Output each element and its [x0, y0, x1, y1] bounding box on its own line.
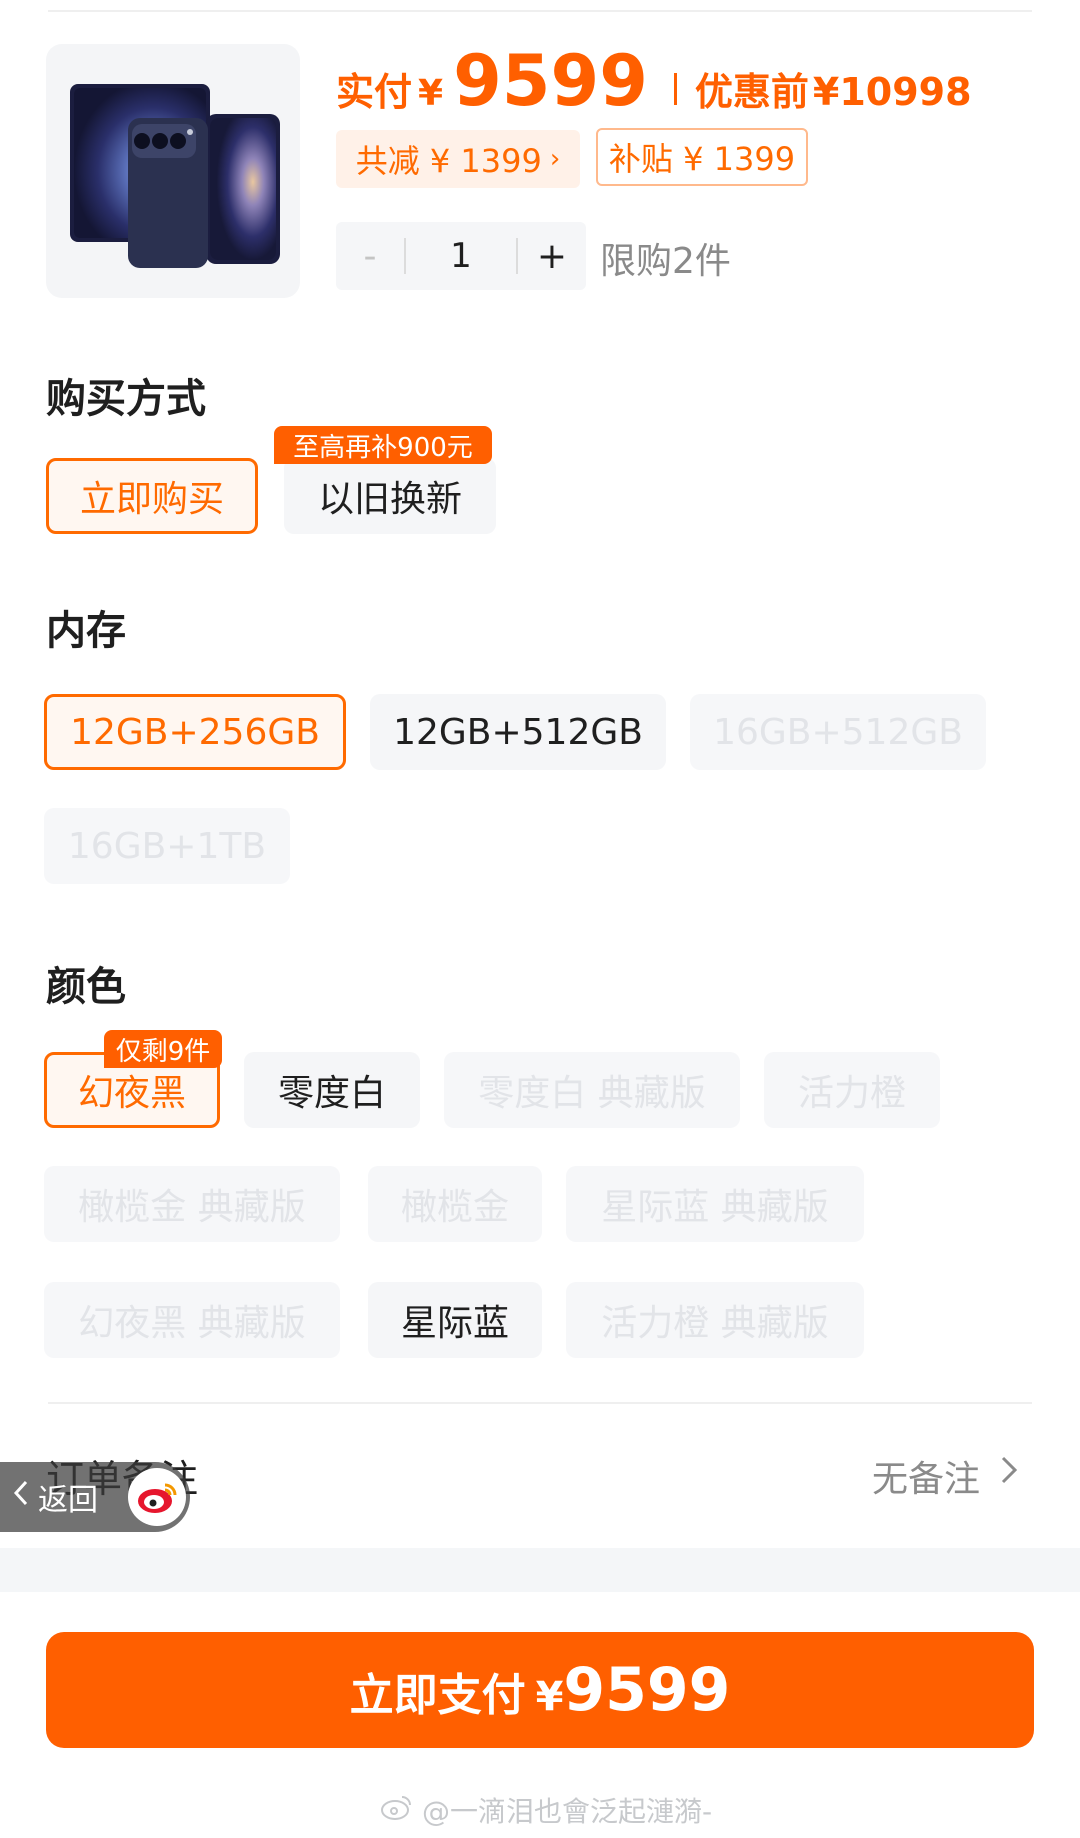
quantity-stepper: - 1 +: [336, 222, 586, 290]
trade-in-promo-tag: 至高再补900元: [274, 426, 492, 464]
memory-option-12-256[interactable]: 12GB+256GB: [44, 694, 346, 770]
purchase-limit: 限购2件: [600, 241, 731, 282]
price-separator: [673, 73, 677, 105]
original-price: ¥10998: [812, 70, 972, 114]
weibo-watermark-icon: [380, 1793, 414, 1828]
subsidy-text: 补贴 ¥ 1399: [608, 140, 796, 178]
back-button[interactable]: 返回: [0, 1462, 190, 1532]
top-divider: [48, 10, 1032, 12]
color-option-starry-blue[interactable]: 星际蓝: [368, 1282, 542, 1358]
option-buy-now[interactable]: 立即购买: [46, 458, 258, 534]
product-image: [46, 44, 300, 298]
purchase-method-title: 购买方式: [46, 376, 206, 422]
memory-title: 内存: [46, 608, 126, 654]
chevron-right-icon: ›: [549, 144, 561, 174]
pay-currency: ¥: [535, 1674, 564, 1720]
paid-currency: ¥: [418, 73, 444, 114]
memory-option-16-512: 16GB+512GB: [690, 694, 986, 770]
quantity-value[interactable]: 1: [406, 236, 516, 276]
paid-amount: 9599: [453, 40, 648, 122]
watermark-text: @一滴泪也會泛起漣漪-: [422, 1795, 713, 1828]
price-row: 实付 ¥ 9599 优惠前 ¥10998: [336, 40, 972, 122]
chevron-right-icon[interactable]: [998, 1450, 1020, 1494]
chevron-left-icon: [12, 1478, 30, 1516]
color-option-phantom-black-collector: 幻夜黑 典藏版: [44, 1282, 340, 1358]
total-discount-text: 共减 ¥ 1399: [355, 142, 542, 180]
increase-button[interactable]: +: [518, 222, 586, 290]
watermark: @一滴泪也會泛起漣漪-: [380, 1790, 712, 1830]
color-option-vitality-orange: 活力橙: [764, 1052, 940, 1128]
decrease-button[interactable]: -: [336, 222, 404, 290]
section-divider: [48, 1402, 1032, 1404]
pay-now-button[interactable]: 立即支付 ¥ 9599: [46, 1632, 1034, 1748]
pay-label: 立即支付: [349, 1670, 526, 1721]
color-option-vitality-orange-collector: 活力橙 典藏版: [566, 1282, 864, 1358]
memory-option-16-1tb: 16GB+1TB: [44, 808, 290, 884]
color-option-olive-gold-collector: 橄榄金 典藏版: [44, 1166, 340, 1242]
color-option-olive-gold: 橄榄金: [368, 1166, 542, 1242]
stock-remaining-tag: 仅剩9件: [104, 1030, 222, 1068]
memory-option-12-512[interactable]: 12GB+512GB: [370, 694, 666, 770]
color-option-zero-white-collector: 零度白 典藏版: [444, 1052, 740, 1128]
footer-band: [0, 1548, 1080, 1592]
subsidy-tag: 补贴 ¥ 1399: [596, 128, 808, 186]
order-remark-value[interactable]: 无备注: [872, 1450, 980, 1502]
color-option-starry-blue-collector: 星际蓝 典藏版: [566, 1166, 864, 1242]
color-title: 颜色: [46, 964, 126, 1010]
weibo-icon: [128, 1468, 186, 1526]
foldable-phone-image: [70, 84, 280, 268]
total-discount-tag[interactable]: 共减 ¥ 1399 ›: [336, 130, 580, 188]
back-label: 返回: [38, 1483, 98, 1518]
pay-amount: 9599: [563, 1655, 731, 1725]
original-price-label: 优惠前: [694, 70, 809, 114]
paid-label: 实付: [336, 70, 413, 114]
color-option-zero-white[interactable]: 零度白: [244, 1052, 420, 1128]
option-trade-in[interactable]: 以旧换新: [284, 458, 496, 534]
